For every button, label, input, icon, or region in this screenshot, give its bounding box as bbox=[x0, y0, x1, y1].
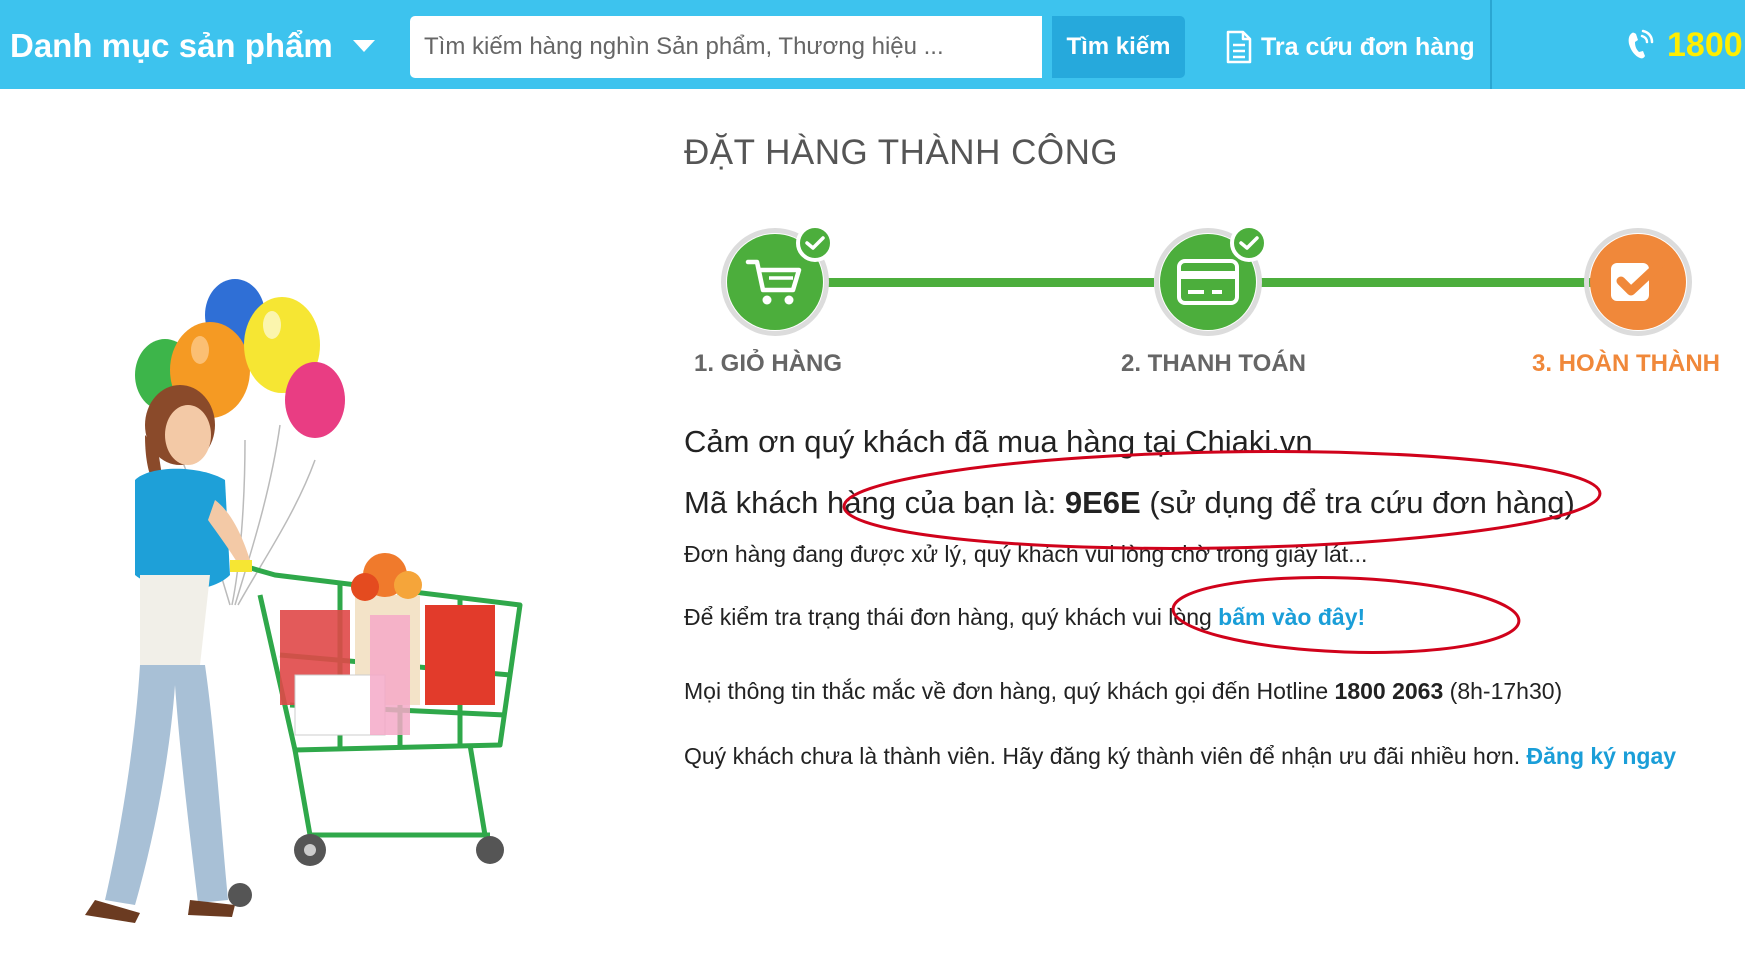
register-link[interactable]: Đăng ký ngay bbox=[1527, 743, 1677, 769]
caret-down-icon bbox=[352, 40, 375, 52]
thank-you-message: Cảm ơn quý khách đã mua hàng tại Chiaki.… bbox=[684, 424, 1313, 459]
customer-code-prefix: Mã khách hàng của bạn là: bbox=[684, 485, 1057, 520]
step-label-complete: 3. HOÀN THÀNH bbox=[1532, 350, 1721, 377]
credit-card-icon bbox=[1177, 259, 1239, 305]
customer-code-suffix: (sử dụng để tra cứu đơn hàng) bbox=[1149, 485, 1575, 520]
hotline-info-hours: (8h-17h30) bbox=[1449, 678, 1563, 704]
hotline-info-line: Mọi thông tin thắc mắc về đơn hàng, quý … bbox=[684, 678, 1562, 705]
check-status-text: Để kiểm tra trạng thái đơn hàng, quý khá… bbox=[684, 604, 1212, 630]
check-icon bbox=[1611, 258, 1666, 301]
phone-icon bbox=[1628, 29, 1654, 59]
check-badge-icon bbox=[796, 224, 834, 262]
hotline-number-header: 1800 bbox=[1667, 25, 1743, 64]
category-menu-label: Danh mục sản phẩm bbox=[10, 27, 333, 64]
step-label-payment: 2. THANH TOÁN bbox=[1121, 350, 1306, 377]
header-divider bbox=[1490, 0, 1492, 89]
cart-icon bbox=[745, 259, 802, 305]
customer-code-line: Mã khách hàng của bạn là: 9E6E (sử dụng … bbox=[684, 485, 1575, 521]
search-input[interactable] bbox=[410, 16, 1042, 78]
member-text: Quý khách chưa là thành viên. Hãy đăng k… bbox=[684, 743, 1521, 769]
step-complete bbox=[1584, 228, 1692, 336]
check-badge-icon bbox=[1230, 224, 1268, 262]
page-title: ĐẶT HÀNG THÀNH CÔNG bbox=[684, 133, 1119, 172]
header-hotline[interactable]: 1800 bbox=[1625, 20, 1743, 70]
check-status-link[interactable]: bấm vào đây! bbox=[1218, 604, 1365, 630]
check-status-line: Để kiểm tra trạng thái đơn hàng, quý khá… bbox=[684, 604, 1365, 631]
category-menu-button[interactable]: Danh mục sản phẩm bbox=[10, 22, 375, 70]
customer-code: 9E6E bbox=[1064, 485, 1141, 520]
progress-line bbox=[827, 278, 1154, 287]
hotline-info-number: 1800 2063 bbox=[1334, 678, 1444, 704]
document-icon bbox=[1226, 30, 1252, 64]
member-line: Quý khách chưa là thành viên. Hãy đăng k… bbox=[684, 743, 1676, 770]
order-lookup-link[interactable]: Tra cứu đơn hàng bbox=[1225, 25, 1475, 69]
processing-message: Đơn hàng đang được xử lý, quý khách vui … bbox=[684, 541, 1368, 567]
order-lookup-label: Tra cứu đơn hàng bbox=[1261, 32, 1475, 61]
top-header: Danh mục sản phẩm Tìm kiếm Tra cứu đơn h… bbox=[0, 0, 1745, 89]
step-label-cart: 1. GIỎ HÀNG bbox=[694, 350, 843, 377]
shopping-woman-illustration bbox=[85, 279, 523, 923]
progress-line bbox=[1260, 278, 1593, 287]
search-button[interactable]: Tìm kiếm bbox=[1052, 16, 1185, 78]
hotline-info-text: Mọi thông tin thắc mắc về đơn hàng, quý … bbox=[684, 678, 1329, 704]
